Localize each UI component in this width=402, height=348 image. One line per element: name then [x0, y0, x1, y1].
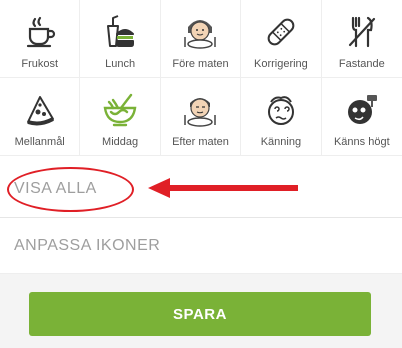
dizzy-face-icon	[261, 90, 301, 130]
coffee-cup-icon	[20, 12, 60, 52]
tile-label: Före maten	[172, 58, 229, 70]
girl-with-plate-icon	[180, 12, 220, 52]
tile-label: Middag	[102, 136, 139, 148]
tile-label: Efter maten	[172, 136, 229, 148]
tile-mellanmal[interactable]: Mellanmål	[0, 78, 81, 156]
customize-icons-button[interactable]: ANPASSA IKONER	[0, 218, 402, 274]
tile-label: Frukost	[21, 58, 59, 70]
tile-fore-maten[interactable]: Före maten	[160, 0, 242, 78]
highlight-circle	[7, 167, 134, 212]
tile-label: Känning	[260, 136, 302, 148]
tile-kanns-hogt[interactable]: Känns högt	[321, 78, 402, 156]
tile-label: Korrigering	[253, 58, 308, 70]
tile-middag[interactable]: Middag	[80, 78, 161, 156]
tile-kanning[interactable]: Känning	[241, 78, 322, 156]
tile-frukost[interactable]: Frukost	[0, 0, 81, 78]
tile-fastande[interactable]: Fastande	[321, 0, 402, 78]
tile-label: Lunch	[105, 58, 136, 70]
burger-drink-icon	[100, 12, 140, 52]
tile-efter-maten[interactable]: Efter maten	[160, 78, 242, 156]
pointer-arrow-icon	[148, 178, 298, 198]
tile-korrigering[interactable]: Korrigering	[241, 0, 322, 78]
icon-grid: Frukost Lunch Före maten Korrigering Fas…	[0, 0, 402, 156]
high-sugar-face-icon	[342, 90, 382, 130]
tile-label: Mellanmål	[14, 136, 65, 148]
no-cutlery-icon	[342, 12, 382, 52]
tile-label: Känns högt	[333, 136, 390, 148]
full-boy-icon	[180, 90, 220, 130]
tile-label: Fastande	[338, 58, 385, 70]
pizza-slice-icon	[20, 90, 60, 130]
tile-lunch[interactable]: Lunch	[80, 0, 161, 78]
bandage-icon	[261, 12, 301, 52]
save-label: SPARA	[173, 305, 227, 323]
customize-icons-label: ANPASSA IKONER	[14, 236, 161, 254]
salad-bowl-icon	[100, 90, 140, 130]
save-button[interactable]: SPARA	[29, 292, 371, 336]
